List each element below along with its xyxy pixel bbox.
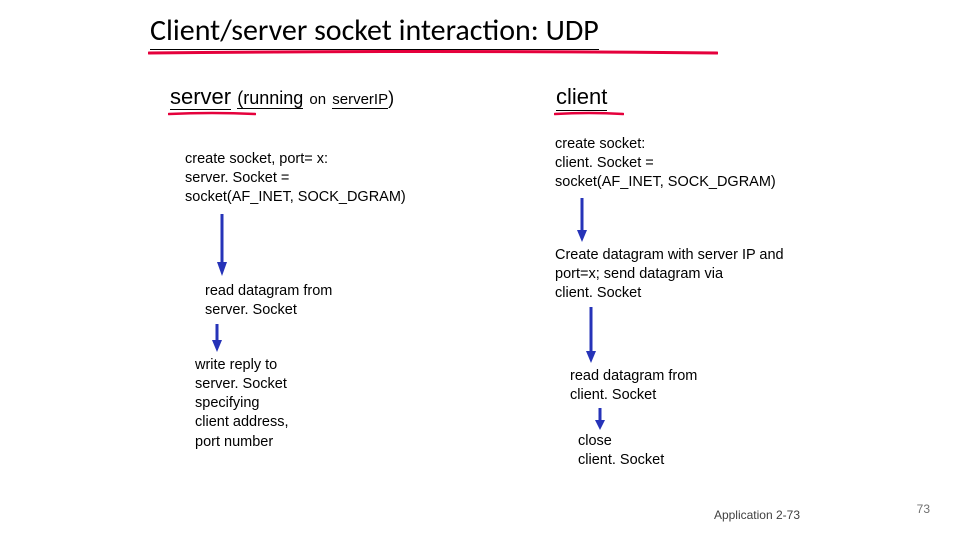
footer-page-number: 73 <box>917 502 930 516</box>
client-step-create-socket: create socket: client. Socket = socket(A… <box>555 135 875 192</box>
client-column-heading: client <box>556 84 607 111</box>
arrow-server-2-to-3 <box>211 322 223 354</box>
text-line: client. Socket <box>555 284 875 303</box>
text-line: port=x; send datagram via <box>555 265 875 284</box>
text-line: server. Socket = <box>185 169 475 188</box>
title-underline-red <box>148 50 718 58</box>
close-paren: ) <box>388 88 394 108</box>
server-step-create-socket: create socket, port= x: server. Socket =… <box>185 150 475 207</box>
text-line: read datagram from <box>570 367 810 386</box>
arrow-client-2-to-3 <box>585 305 597 365</box>
text-line: client. Socket = <box>555 154 875 173</box>
client-underline-red <box>554 111 624 118</box>
text-line: server. Socket <box>195 375 395 394</box>
client-step-read-datagram: read datagram from client. Socket <box>570 367 810 405</box>
arrow-client-1-to-2 <box>576 196 588 244</box>
text-line: client. Socket <box>570 386 810 405</box>
text-line: create socket: <box>555 135 875 154</box>
server-word: server <box>170 84 231 110</box>
arrow-server-1-to-2 <box>216 212 228 278</box>
serverip-word: serverIP <box>332 91 388 109</box>
text-line: socket(AF_INET, SOCK_DGRAM) <box>555 173 875 192</box>
text-line: client. Socket <box>578 451 778 470</box>
server-underline-red <box>168 111 256 118</box>
server-step-read-datagram: read datagram from server. Socket <box>205 282 405 320</box>
text-line: write reply to <box>195 356 395 375</box>
text-line: server. Socket <box>205 301 405 320</box>
client-step-close-socket: close client. Socket <box>578 432 778 470</box>
text-line: socket(AF_INET, SOCK_DGRAM) <box>185 188 475 207</box>
server-column-heading: server (running on serverIP) <box>170 84 394 110</box>
text-line: specifying <box>195 394 395 413</box>
text-line: port number <box>195 433 395 452</box>
on-word: on <box>309 91 326 108</box>
text-line: close <box>578 432 778 451</box>
footer-chapter-label: Application 2-73 <box>714 508 800 522</box>
arrow-client-3-to-4 <box>594 406 606 432</box>
slide-title: Client/server socket interaction: UDP <box>150 12 599 50</box>
client-step-send-datagram: Create datagram with server IP and port=… <box>555 246 875 303</box>
text-line: client address, <box>195 413 395 432</box>
text-line: read datagram from <box>205 282 405 301</box>
running-word: (running <box>237 88 303 109</box>
text-line: Create datagram with server IP and <box>555 246 875 265</box>
server-step-write-reply: write reply to server. Socket specifying… <box>195 356 395 452</box>
text-line: create socket, port= x: <box>185 150 475 169</box>
